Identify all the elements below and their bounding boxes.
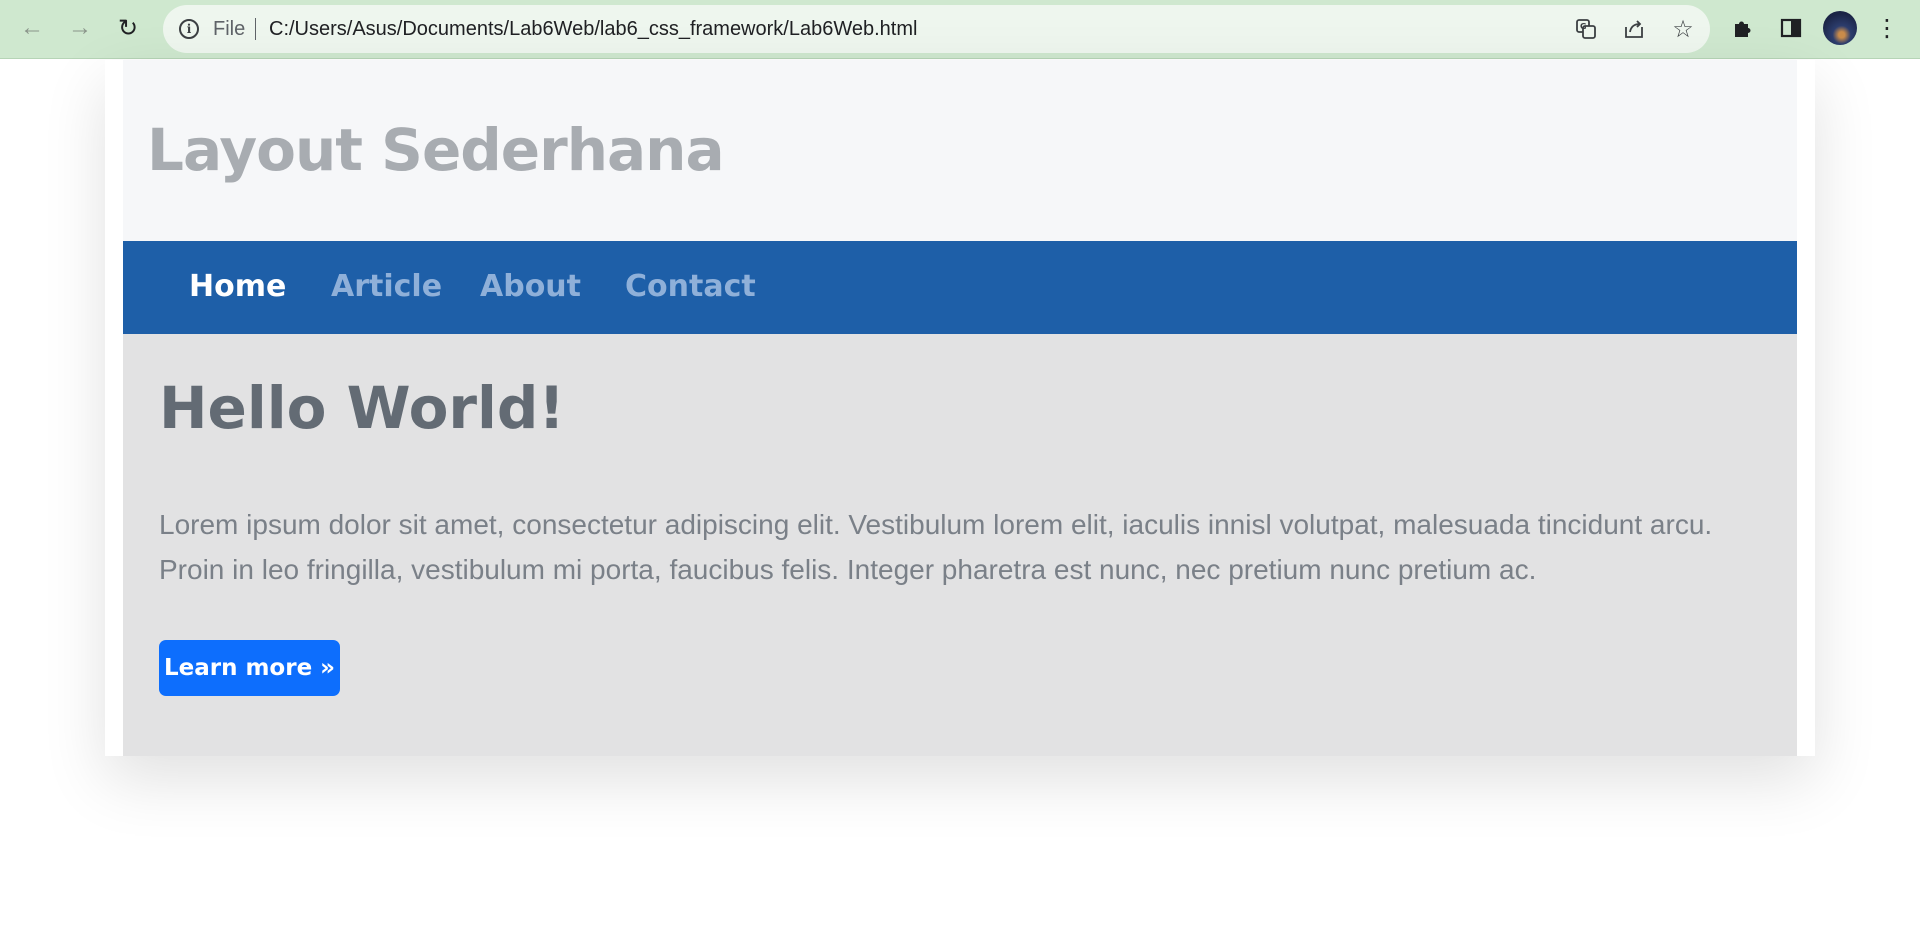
nav-home[interactable]: Home [189,269,286,304]
address-divider [255,18,256,40]
translate-icon[interactable]: G [1574,17,1598,41]
page-container: Layout Sederhana Home Article About Cont… [123,60,1797,756]
learn-more-button[interactable]: Learn more » [159,640,340,696]
main-navbar: Home Article About Contact [123,241,1797,334]
extensions-puzzle-icon[interactable] [1729,14,1757,42]
forward-arrow-icon[interactable]: → [62,10,98,46]
site-header: Layout Sederhana [123,60,1797,241]
hero-title: Hello World! [159,374,565,442]
browser-toolbar: ← → ↻ i File C:/Users/Asus/Documents/Lab… [0,0,1920,59]
address-bar[interactable]: i File C:/Users/Asus/Documents/Lab6Web/l… [163,5,1710,53]
side-panel-icon[interactable] [1777,14,1805,42]
hero-paragraph: Lorem ipsum dolor sit amet, consectetur … [159,509,1713,585]
scheme-label: File [213,18,246,40]
nav-about[interactable]: About [480,269,581,304]
info-icon[interactable]: i [179,19,199,39]
bookmark-star-icon[interactable]: ☆ [1671,16,1695,43]
browser-menu-icon[interactable]: ⋮ [1873,14,1901,42]
nav-article[interactable]: Article [331,269,442,304]
site-title: Layout Sederhana [147,116,725,184]
nav-contact[interactable]: Contact [625,269,756,304]
url-text[interactable]: C:/Users/Asus/Documents/Lab6Web/lab6_css… [269,18,917,41]
jumbotron: Hello World! Lorem ipsum dolor sit amet,… [123,334,1797,756]
back-arrow-icon[interactable]: ← [14,10,50,46]
svg-text:G: G [1580,22,1587,31]
profile-avatar[interactable] [1823,11,1857,45]
share-icon[interactable] [1622,17,1646,41]
reload-icon[interactable]: ↻ [110,10,146,46]
